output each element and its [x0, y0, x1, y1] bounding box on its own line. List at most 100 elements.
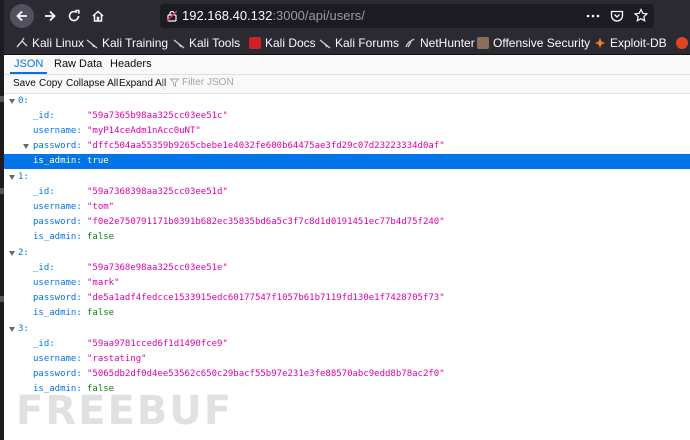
home-button[interactable] — [86, 4, 110, 28]
reload-button[interactable] — [62, 4, 86, 28]
tree-row-password[interactable]: password: "5065db2df0d4ee53562c650c29bacf… — [4, 367, 690, 382]
tree-row-username[interactable]: username: "rastating" — [4, 352, 690, 367]
expand-toggle-icon[interactable] — [23, 144, 29, 149]
tree-row-username[interactable]: username: "tom" — [4, 200, 690, 215]
bookmark-exploit-db[interactable]: Exploit-DB — [594, 36, 667, 50]
tree-row-username[interactable]: username: "myP14ceAdm1nAcc0uNT" — [4, 124, 690, 139]
bookmark-label: Exploit-DB — [610, 36, 667, 50]
username-value: "myP14ceAdm1nAcc0uNT" — [87, 126, 201, 136]
bookmark-nethunter[interactable]: NetHunter — [404, 36, 475, 50]
tree-row-is-admin-selected[interactable]: is_admin: true — [4, 154, 690, 169]
key-label: _id: — [33, 263, 55, 273]
kali-docs-icon — [249, 37, 261, 49]
url-path: :3000/api/users/ — [272, 8, 365, 23]
expand-all-button[interactable]: Expand All — [119, 78, 166, 89]
key-label: password: — [33, 141, 82, 151]
kali-dragon-icon — [173, 37, 185, 49]
forward-button[interactable] — [38, 4, 62, 28]
expand-toggle-icon[interactable] — [9, 175, 15, 180]
bookmark-offensive-security[interactable]: Offensive Security — [477, 36, 590, 50]
nethunter-icon — [404, 37, 416, 49]
reload-icon — [68, 9, 80, 22]
key-label: is_admin: — [33, 156, 82, 166]
is-admin-value: false — [87, 308, 115, 318]
bookmark-label: Kali Training — [102, 36, 169, 50]
tree-row-index[interactable]: 3: — [4, 322, 690, 337]
bookmark-kali-tools[interactable]: Kali Tools — [173, 36, 240, 50]
arrow-right-icon — [45, 10, 56, 22]
address-bar-actions — [586, 8, 648, 24]
password-value: "dffc504aa55359b9265cbebe1e4032fe600b644… — [87, 141, 445, 151]
pocket-icon[interactable] — [610, 8, 624, 24]
copy-button[interactable]: Copy — [39, 78, 62, 89]
key-label: _id: — [33, 111, 55, 121]
key-label: username: — [33, 278, 82, 288]
bookmark-kali-linux[interactable]: Kali Linux — [16, 36, 84, 50]
exploitdb-icon — [594, 37, 606, 49]
key-label: is_admin: — [33, 308, 82, 318]
json-viewer-tabs: JSON Raw Data Headers — [4, 55, 690, 75]
tab-raw-data[interactable]: Raw Data — [54, 55, 102, 74]
key-label: username: — [33, 202, 82, 212]
tree-row-id[interactable]: _id: "59aa9781cced6f1d1490fce9" — [4, 337, 690, 352]
offsec-icon — [477, 37, 489, 49]
bookmark-label: Kali Forums — [335, 36, 400, 50]
bookmark-overflow[interactable] — [676, 36, 688, 50]
bookmark-kali-docs[interactable]: Kali Docs — [249, 36, 316, 50]
key-label: password: — [33, 369, 82, 379]
filter-placeholder: Filter JSON — [182, 77, 234, 88]
tree-row-index[interactable]: 0: — [4, 94, 690, 109]
username-value: "tom" — [87, 202, 115, 212]
bookmark-label: Kali Tools — [189, 36, 241, 50]
is-admin-value: true — [87, 156, 109, 166]
watermark: FREEBUF — [16, 388, 234, 434]
tab-json[interactable]: JSON — [9, 55, 48, 74]
back-button[interactable] — [10, 4, 34, 28]
toolbar-divider — [163, 78, 164, 90]
more-actions-icon[interactable] — [586, 8, 600, 24]
tree-row-index[interactable]: 2: — [4, 246, 690, 261]
tree-row-id[interactable]: _id: "59a7368398aa325cc03ee51d" — [4, 185, 690, 200]
key-label: is_admin: — [33, 232, 82, 242]
tab-headers[interactable]: Headers — [110, 55, 152, 74]
tree-row-id[interactable]: _id: "59a7368e98aa325cc03ee51e" — [4, 261, 690, 276]
bookmark-label: NetHunter — [420, 36, 475, 50]
is-admin-value: false — [87, 232, 115, 242]
array-index: 1: — [18, 172, 29, 182]
insecure-lock-icon — [166, 10, 178, 22]
tree-row-is-admin[interactable]: is_admin: false — [4, 230, 690, 245]
bookmark-label: Kali Linux — [32, 36, 85, 50]
bookmark-star-icon[interactable] — [634, 8, 648, 24]
kali-dragon-icon — [16, 37, 28, 49]
bookmark-kali-training[interactable]: Kali Training — [86, 36, 168, 50]
filter-json-input[interactable]: Filter JSON — [170, 77, 234, 88]
address-bar[interactable]: 192.168.40.132:3000/api/users/ — [160, 4, 654, 28]
tree-row-is-admin[interactable]: is_admin: false — [4, 306, 690, 321]
key-label: username: — [33, 354, 82, 364]
key-label: password: — [33, 293, 82, 303]
collapse-all-button[interactable]: Collapse All — [66, 78, 118, 89]
navigation-toolbar: 192.168.40.132:3000/api/users/ — [4, 0, 690, 32]
tree-row-id[interactable]: _id: "59a7365b98aa325cc03ee51c" — [4, 109, 690, 124]
expand-toggle-icon[interactable] — [9, 327, 15, 332]
tree-row-password[interactable]: password: "f0e2e750791171b0391b682ec35835… — [4, 215, 690, 230]
expand-toggle-icon[interactable] — [9, 99, 15, 104]
bookmarks-toolbar: Kali Linux Kali Training Kali Tools Kali… — [4, 32, 690, 55]
bookmark-kali-forums[interactable]: Kali Forums — [319, 36, 399, 50]
bookmark-overflow-icon — [676, 37, 688, 49]
password-value: "f0e2e750791171b0391b682ec35835bd6a5c3f7… — [87, 217, 445, 227]
array-index: 3: — [18, 324, 29, 334]
key-label: password: — [33, 217, 82, 227]
bookmark-label: Offensive Security — [493, 36, 591, 50]
key-label: _id: — [33, 187, 55, 197]
key-label: _id: — [33, 339, 55, 349]
tree-row-index[interactable]: 1: — [4, 170, 690, 185]
id-value: "59a7368398aa325cc03ee51d" — [87, 187, 228, 197]
id-value: "59a7368e98aa325cc03ee51e" — [87, 263, 228, 273]
tree-row-password[interactable]: password: "de5a1adf4fedcce1533915edc60177… — [4, 291, 690, 306]
save-button[interactable]: Save — [13, 78, 36, 89]
expand-toggle-icon[interactable] — [9, 251, 15, 256]
tree-row-username[interactable]: username: "mark" — [4, 276, 690, 291]
tree-row-password[interactable]: password: "dffc504aa55359b9265cbebe1e4032… — [4, 139, 690, 154]
home-icon — [92, 10, 104, 22]
